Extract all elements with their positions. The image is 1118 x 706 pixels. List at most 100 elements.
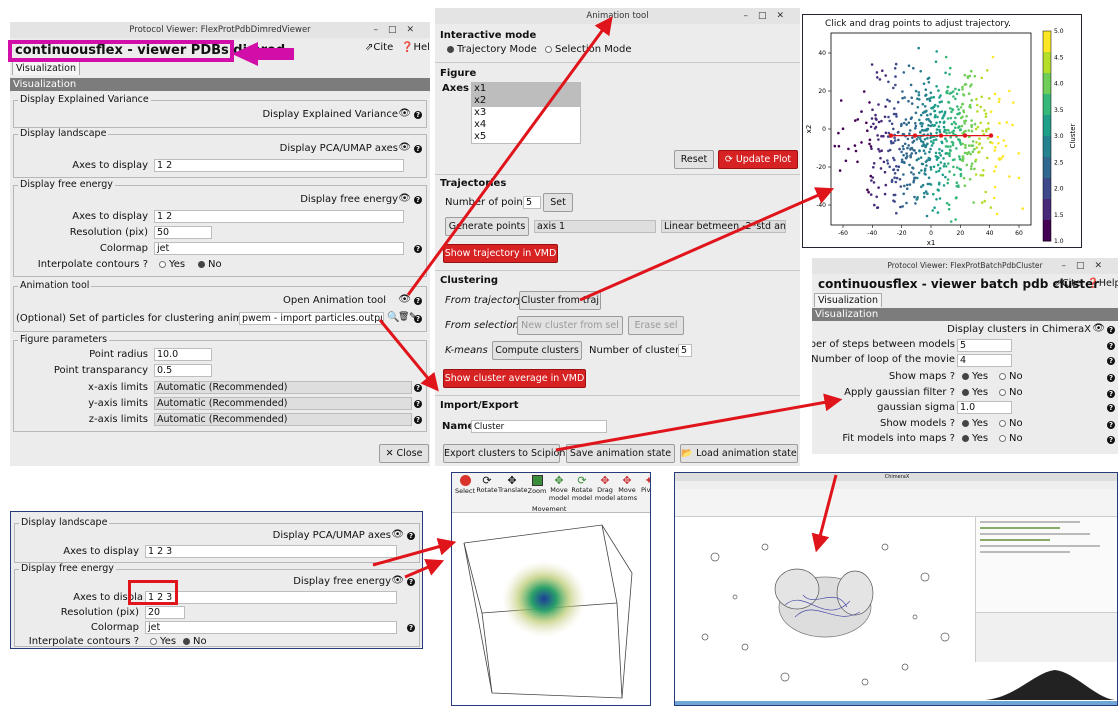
chimerax-command-line[interactable] xyxy=(675,701,1117,705)
window-controls[interactable]: –□✕ xyxy=(743,8,794,24)
models-no[interactable]: No xyxy=(999,418,1023,429)
axes-listbox[interactable]: x1 x2 x3 x4 x5 xyxy=(471,82,581,144)
help-icon[interactable]: ? xyxy=(1107,357,1115,365)
help-icon[interactable]: ? xyxy=(414,245,422,253)
tab-visualization[interactable]: Visualization xyxy=(12,61,81,75)
npoints-input[interactable]: 5 xyxy=(523,196,541,209)
drag-model-tool[interactable]: ✥ Drag model xyxy=(594,475,616,502)
xlim-select[interactable]: Automatic (Recommended) xyxy=(154,381,412,394)
selection-mode-radio[interactable]: Selection Mode xyxy=(545,44,632,55)
eye-icon[interactable]: 👁 xyxy=(398,294,411,305)
cite-link[interactable]: ⇗Cite xyxy=(365,42,393,53)
window-controls[interactable]: –□✕ xyxy=(1061,258,1112,274)
sigma-input[interactable]: 1.0 xyxy=(957,401,1012,414)
ylim-select[interactable]: Automatic (Recommended) xyxy=(154,397,412,410)
pivot-tool[interactable]: ✦Pivot xyxy=(638,475,650,494)
chimerax-toolbar[interactable] xyxy=(675,489,1117,517)
eye-icon[interactable]: 👁 xyxy=(398,193,411,204)
linear-select[interactable]: Linear betmeen -2*std an xyxy=(661,220,786,233)
colormap-input[interactable]: jet xyxy=(145,621,397,634)
save-state-button[interactable]: Save animation state xyxy=(566,444,675,463)
gauss-yes[interactable]: Yes xyxy=(962,387,988,398)
show-trajectory-vmd-button[interactable]: Show trajectory in VMD xyxy=(443,244,558,263)
trajectory-mode-radio[interactable]: Trajectory Mode xyxy=(447,44,537,55)
resolution-input[interactable]: 20 xyxy=(145,606,185,619)
new-cluster-button[interactable]: New cluster from sel xyxy=(517,316,623,335)
models-yes[interactable]: Yes xyxy=(962,418,988,429)
help-icon[interactable]: ? xyxy=(407,578,415,586)
display-axes-button[interactable]: Display PCA/UMAP axes xyxy=(280,143,398,154)
display-chimerax-button[interactable]: Display clusters in ChimeraX xyxy=(947,324,1091,335)
help-link[interactable]: ❓Help xyxy=(1087,278,1118,289)
particles-input[interactable]: pwem - import particles.outputP xyxy=(239,312,384,325)
display-axes-button[interactable]: Display PCA/UMAP axes xyxy=(273,530,391,541)
cluster-from-traj-button[interactable]: Cluster from traj xyxy=(519,291,601,310)
maps-no[interactable]: No xyxy=(999,371,1023,382)
update-plot-button[interactable]: ⟳ Update Plot xyxy=(718,150,798,169)
maps-yes[interactable]: Yes xyxy=(962,371,988,382)
help-icon[interactable]: ? xyxy=(414,297,422,305)
fit-no[interactable]: No xyxy=(999,433,1023,444)
open-animation-button[interactable]: Open Animation tool xyxy=(283,295,386,306)
help-icon[interactable]: ? xyxy=(414,111,422,119)
resolution-input[interactable]: 50 xyxy=(154,226,212,239)
help-link[interactable]: ❓Help xyxy=(401,42,430,53)
translate-tool[interactable]: ✥ Translate xyxy=(498,475,528,494)
reset-button[interactable]: Reset xyxy=(674,150,714,169)
cite-link[interactable]: ⇗Cite xyxy=(1054,278,1081,289)
axes-input[interactable]: 1 2 3 xyxy=(145,591,397,604)
interpolate-no[interactable]: No xyxy=(198,259,222,270)
loop-input[interactable]: 4 xyxy=(957,354,1012,367)
transparency-input[interactable]: 0.5 xyxy=(154,364,212,377)
axis-select[interactable]: axis 1 xyxy=(534,220,656,233)
eye-icon[interactable]: 👁 xyxy=(398,108,411,119)
help-icon[interactable]: ? xyxy=(414,145,422,153)
eye-icon[interactable]: 👁 xyxy=(391,575,404,586)
interpolate-yes[interactable]: Yes xyxy=(150,636,176,647)
export-clusters-button[interactable]: Export clusters to Scipion xyxy=(443,444,565,463)
help-icon[interactable]: ? xyxy=(1107,326,1115,334)
compute-clusters-button[interactable]: Compute clusters xyxy=(492,341,582,360)
help-icon[interactable]: ? xyxy=(1107,436,1115,444)
move-model-tool[interactable]: ✥ Move model xyxy=(548,475,570,502)
interpolate-yes[interactable]: Yes xyxy=(159,259,185,270)
chimerax-menubar[interactable] xyxy=(675,481,1117,489)
help-icon[interactable]: ? xyxy=(414,384,422,392)
chimerax-viewport[interactable] xyxy=(675,517,975,703)
eye-icon[interactable]: 👁 xyxy=(398,142,411,153)
select-tool[interactable]: Select xyxy=(454,475,476,495)
erase-sel-button[interactable]: Erase sel xyxy=(628,316,684,335)
axes-item[interactable]: x4 xyxy=(472,119,580,131)
help-icon[interactable]: ? xyxy=(414,400,422,408)
help-icon[interactable]: ? xyxy=(1107,390,1115,398)
axes-item[interactable]: x3 xyxy=(472,107,580,119)
axes-item[interactable]: x1 xyxy=(472,83,580,95)
help-icon[interactable]: ? xyxy=(407,532,415,540)
eye-icon[interactable]: 👁 xyxy=(1092,323,1105,334)
help-icon[interactable]: ? xyxy=(407,624,415,632)
eye-icon[interactable]: 👁 xyxy=(391,529,404,540)
scatter-chart[interactable]: -60 -40 -20 0 20 40 60 40 20 0 -20 -40 x1 x2 5.0 4.5 4.0… xyxy=(803,15,1083,249)
set-button[interactable]: Set xyxy=(543,193,573,212)
window-controls[interactable]: –□✕ xyxy=(373,22,424,38)
generate-points-button[interactable]: Generate points xyxy=(445,217,529,236)
display-free-energy-button[interactable]: Display free energy xyxy=(300,194,398,205)
help-icon[interactable]: ? xyxy=(1107,342,1115,350)
colormap-input[interactable]: jet xyxy=(154,242,404,255)
zlim-select[interactable]: Automatic (Recommended) xyxy=(154,413,412,426)
show-cluster-vmd-button[interactable]: Show cluster average in VMD xyxy=(443,369,586,388)
trash-icon[interactable]: 🗑 xyxy=(398,312,409,322)
help-icon[interactable]: ? xyxy=(1107,404,1115,412)
axes-item[interactable]: x2 xyxy=(472,95,580,107)
name-input[interactable]: Cluster xyxy=(471,420,607,433)
steps-input[interactable]: 5 xyxy=(957,339,1012,352)
help-icon[interactable]: ? xyxy=(1107,421,1115,429)
interpolate-no[interactable]: No xyxy=(183,636,207,647)
fit-yes[interactable]: Yes xyxy=(962,433,988,444)
zoom-tool[interactable]: Zoom xyxy=(526,475,548,495)
help-icon[interactable]: ? xyxy=(414,315,422,323)
move-atoms-tool[interactable]: ✥ Move atoms xyxy=(616,475,638,502)
nclusters-input[interactable]: 5 xyxy=(678,344,692,357)
axes-input[interactable]: 1 2 3 xyxy=(145,545,397,558)
radius-input[interactable]: 10.0 xyxy=(154,348,212,361)
